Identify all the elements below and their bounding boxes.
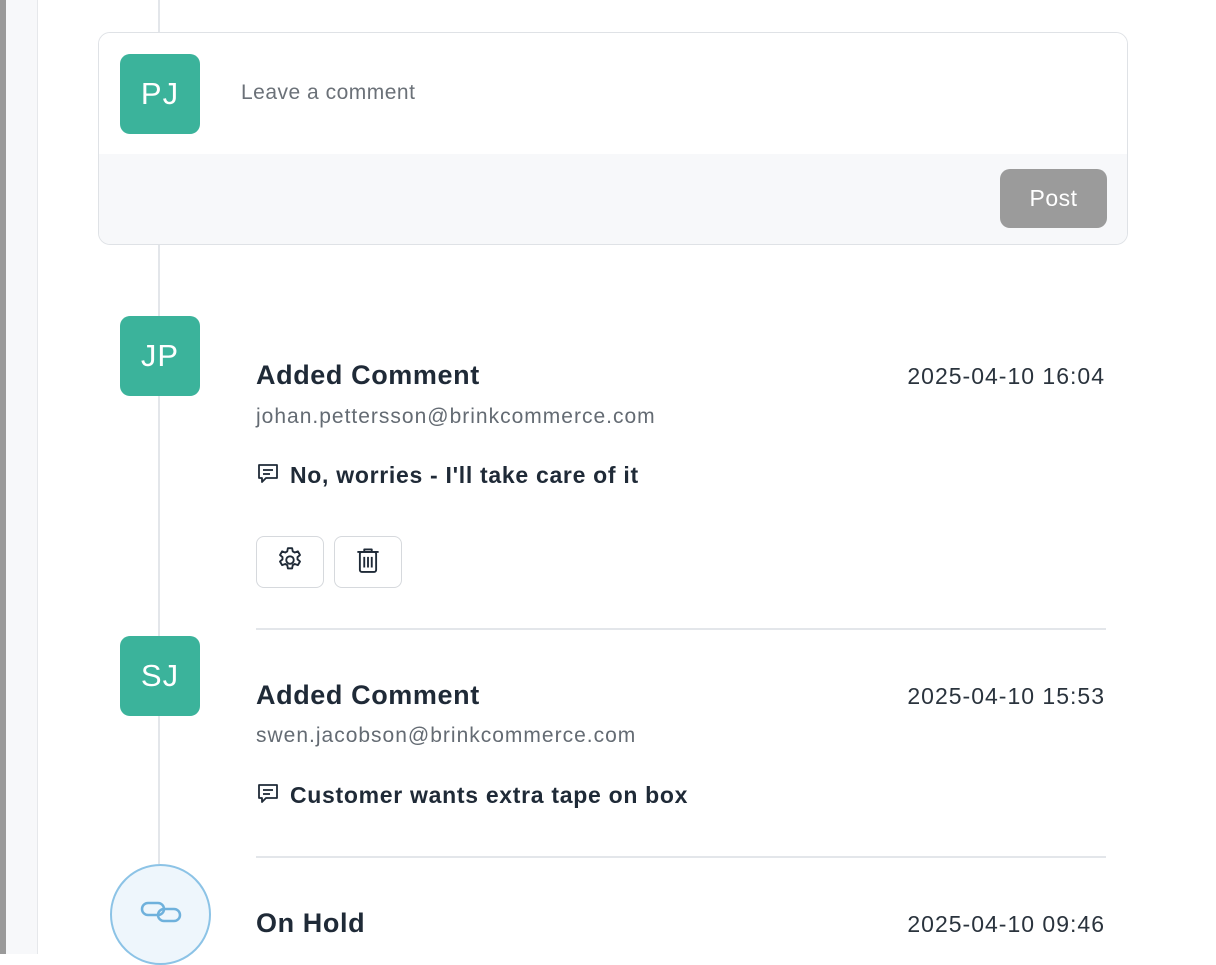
comment-composer: Post [98,32,1128,245]
entry-email: swen.jacobson@brinkcommerce.com [256,724,637,747]
composer-avatar: PJ [120,54,200,134]
delete-button[interactable] [334,536,402,588]
avatar: SJ [120,636,200,716]
entry-message: No, worries - I'll take care of it [256,461,639,490]
avatar: JP [120,316,200,396]
divider [256,628,1106,630]
entry-message-text: No, worries - I'll take care of it [290,462,639,488]
entry-email: johan.pettersson@brinkcommerce.com [256,405,656,428]
post-button[interactable]: Post [1000,169,1107,228]
entry-message: Customer wants extra tape on box [256,781,688,810]
comment-footer [99,154,1127,244]
comment-icon [256,461,280,490]
comment-input[interactable] [241,77,1101,109]
status-avatar [110,864,211,965]
entry-timestamp: 2025-04-10 15:53 [907,683,1105,709]
entry-title: Added Comment [256,360,480,390]
timeline-line [158,0,160,32]
entry-timestamp: 2025-04-10 09:46 [907,911,1105,937]
timeline-line [158,244,160,316]
left-panel [6,0,38,954]
divider [256,856,1106,858]
entry-title: Added Comment [256,680,480,710]
entry-timestamp: 2025-04-10 16:04 [907,363,1105,389]
entry-title: On Hold [256,908,366,938]
timeline-line [158,396,160,636]
link-icon [139,897,183,932]
trash-icon [353,545,383,580]
timeline-line [158,716,160,864]
settings-button[interactable] [256,536,324,588]
entry-message-text: Customer wants extra tape on box [290,782,689,808]
gear-icon [275,545,305,580]
comment-icon [256,781,280,810]
